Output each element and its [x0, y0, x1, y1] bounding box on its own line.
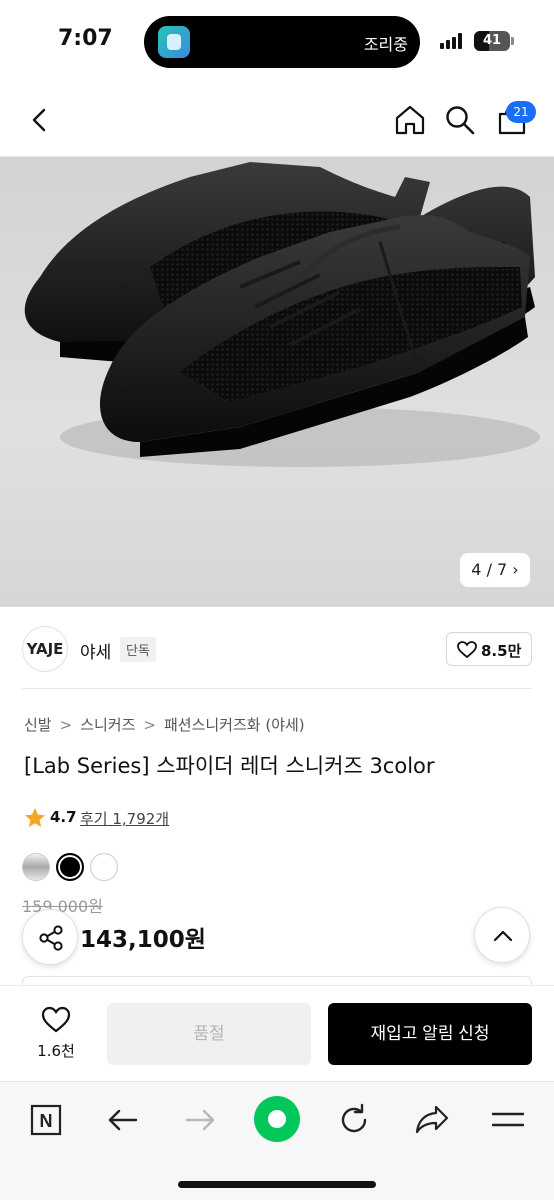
- arrow-left-icon: [108, 1109, 138, 1131]
- island-status-text: 조리중: [363, 35, 408, 54]
- section-divider: [22, 688, 532, 689]
- color-swatch-white[interactable]: [90, 853, 118, 881]
- breadcrumb-separator: >: [143, 716, 156, 734]
- store-name[interactable]: 야세: [80, 638, 111, 663]
- green-dot-button[interactable]: [254, 1096, 300, 1142]
- breadcrumb-item[interactable]: 스니커즈: [80, 716, 135, 734]
- refresh-button[interactable]: [332, 1098, 376, 1142]
- wishlist-button[interactable]: 1.6천: [22, 1004, 90, 1064]
- battery-tip: [511, 37, 514, 45]
- color-swatch-silver[interactable]: [22, 853, 50, 881]
- store-logo[interactable]: YAJE: [22, 626, 68, 672]
- browser-share-button[interactable]: [410, 1098, 454, 1142]
- purchase-bar: 1.6천 품절 재입고 알림 신청: [0, 985, 554, 1081]
- rating-value: 4.7: [50, 808, 77, 826]
- product-photo: [24, 162, 540, 467]
- browser-forward-button[interactable]: [178, 1098, 222, 1142]
- app-icon: [158, 26, 190, 58]
- restock-alert-button[interactable]: 재입고 알림 신청: [328, 1003, 532, 1065]
- sale-price: 143,100원: [80, 927, 206, 953]
- image-counter[interactable]: 4 / 7 ›: [460, 553, 530, 587]
- signal-icon: [440, 33, 466, 49]
- naver-n-icon: N: [30, 1104, 62, 1136]
- store-like-count: 8.5만: [481, 642, 522, 660]
- store-row: YAJE 야세 단독 8.5만: [22, 626, 532, 672]
- heart-icon: [457, 641, 477, 659]
- battery-icon: 41: [474, 31, 510, 51]
- store-like-button[interactable]: 8.5만: [446, 632, 532, 666]
- product-title: [Lab Series] 스파이더 레더 스니커즈 3color: [24, 754, 435, 778]
- cart-count-badge: 21: [506, 101, 536, 123]
- back-button[interactable]: [22, 102, 58, 138]
- color-swatch-black[interactable]: [56, 853, 84, 881]
- home-button[interactable]: [392, 102, 428, 138]
- battery-level: 41: [482, 33, 502, 48]
- status-time: 7:07: [58, 26, 113, 51]
- chevron-up-icon: [493, 930, 513, 942]
- menu-button[interactable]: [486, 1098, 530, 1142]
- hamburger-menu-icon: [491, 1112, 525, 1127]
- arrow-right-icon: [185, 1109, 215, 1131]
- share-arrow-icon: [415, 1105, 449, 1134]
- home-indicator[interactable]: [178, 1181, 376, 1188]
- breadcrumb-separator: >: [59, 716, 73, 734]
- wishlist-count: 1.6천: [37, 1042, 75, 1060]
- naver-n-label: N: [40, 1111, 53, 1131]
- app-header: [0, 82, 554, 157]
- product-image-gallery[interactable]: 4 / 7 ›: [0, 157, 554, 607]
- review-count-link[interactable]: 후기 1,792개: [80, 808, 169, 829]
- scroll-top-button[interactable]: [474, 907, 530, 963]
- status-bar: 7:07 조리중 41: [0, 0, 554, 82]
- breadcrumb-item[interactable]: 신발: [24, 716, 52, 734]
- share-button[interactable]: [22, 909, 78, 965]
- browser-back-button[interactable]: [101, 1098, 145, 1142]
- search-icon: [446, 106, 475, 135]
- breadcrumb-item[interactable]: 패션스니커즈화 (야세): [164, 716, 305, 734]
- star-icon: [25, 808, 45, 827]
- heart-icon: [41, 1006, 71, 1033]
- home-icon: [395, 105, 425, 135]
- soldout-button[interactable]: 품절: [107, 1003, 311, 1065]
- search-button[interactable]: [442, 102, 478, 138]
- refresh-icon: [341, 1103, 367, 1133]
- chevron-left-icon: [32, 108, 46, 132]
- breadcrumb: 신발 > 스니커즈 > 패션스니커즈화 (야세): [24, 714, 305, 735]
- naver-home-button[interactable]: N: [24, 1098, 68, 1142]
- exclusive-badge: 단독: [120, 637, 156, 662]
- share-icon: [39, 925, 63, 951]
- dynamic-island[interactable]: 조리중: [144, 16, 420, 68]
